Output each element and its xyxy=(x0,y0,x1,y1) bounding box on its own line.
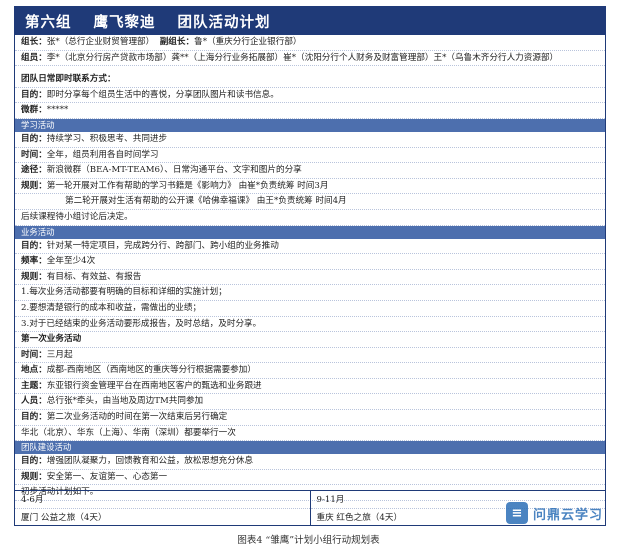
figure-caption: 图表4 “雏鹰”计划小组行动规划表 xyxy=(237,535,380,546)
members-row: 组员：李*（北京分行房产贷款市场部）龚**（上海分行业务拓展部）崔*（沈阳分行个… xyxy=(15,51,605,67)
schedule-period: 4-6月 xyxy=(21,495,44,506)
watermark-logo: ≡ 问鼎云学习 xyxy=(505,502,603,524)
learning-row: 时间：全年，组员利用各自时间学习 xyxy=(15,148,605,164)
business-row: 主题：东亚银行资金管理平台在西南地区客户的甄选和业务跟进 xyxy=(15,379,605,395)
group-number: 第六组 xyxy=(25,13,72,31)
schedule-column: 4-6月 厦门 公益之旅（4天） xyxy=(15,491,310,525)
learning-row: 途径：新浪微群（BEA-MT-TEAM6）、日常沟通平台、文字和图片的分享 xyxy=(15,163,605,179)
section-team-building: 团队建设活动 xyxy=(15,441,605,455)
business-row: 地点：成都-西南地区（西南地区的重庆等分行根据需要参加） xyxy=(15,363,605,379)
plan-title: 团队活动计划 xyxy=(177,13,271,31)
logo-icon: ≡ xyxy=(505,502,528,524)
section-learning: 学习活动 xyxy=(15,118,605,132)
business-row: 目的：第二次业务活动的时间在第一次结束后另行确定 xyxy=(15,410,605,426)
leader-row: 组长：张*（总行企业财贸管理部） 副组长：鲁*（重庆分行企业银行部） xyxy=(15,35,605,51)
business-row: 频率：全年至少4次 xyxy=(15,254,605,270)
document-title: 第六组 鹰飞黎迪 团队活动计划 xyxy=(15,7,605,35)
business-row: 1.每次业务活动都要有明确的目标和详细的实施计划； xyxy=(15,285,605,301)
schedule-event: 厦门 公益之旅（4天） xyxy=(15,507,310,526)
business-row: 华北（北京）、华东（上海）、华南（深圳）都要举行一次 xyxy=(15,426,605,442)
section-business: 业务活动 xyxy=(15,225,605,239)
learning-row: 后续课程待小组讨论后决定。 xyxy=(15,210,605,226)
comm-heading: 团队日常即时联系方式： xyxy=(15,72,605,88)
plan-document: 第六组 鹰飞黎迪 团队活动计划 组长：张*（总行企业财贸管理部） 副组长：鲁*（… xyxy=(14,6,606,526)
comm-group-row: 微群：***** xyxy=(15,103,605,119)
comm-purpose-row: 目的：即时分享每个组员生活中的喜悦，分享团队图片和读书信息。 xyxy=(15,88,605,104)
team-name: 鹰飞黎迪 xyxy=(93,13,156,31)
business-row: 3.对于已经结束的业务活动要形成报告，及时总结，及时分享。 xyxy=(15,317,605,333)
business-row: 人员：总行张*牵头，由当地及周边TM共同参加 xyxy=(15,394,605,411)
learning-row: 规则：第一轮开展对工作有帮助的学习书籍是《影响力》 由崔*负责统筹 时间3月 xyxy=(15,179,605,195)
business-row: 规则：有目标、有效益、有报告 xyxy=(15,270,605,286)
business-first-activity-heading: 第一次业务活动 xyxy=(15,332,605,348)
business-row: 目的：针对某一特定项目，完成跨分行、跨部门、跨小组的业务推动 xyxy=(15,239,605,255)
team-row: 规则：安全第一、友谊第一、心态第一 xyxy=(15,470,605,486)
learning-row: 目的：持续学习、积极思考、共同进步 xyxy=(15,132,605,148)
logo-text: 问鼎云学习 xyxy=(532,507,603,523)
business-row: 2.要想清楚银行的成本和收益，需做出的业绩； xyxy=(15,301,605,317)
team-row: 目的：增强团队凝聚力，回馈教育和公益，放松思想充分休息 xyxy=(15,454,605,470)
business-row: 时间：三月起 xyxy=(15,348,605,364)
learning-row: 第二轮开展对生活有帮助的公开课《哈佛幸福课》 由王*负责统筹 时间4月 xyxy=(15,194,605,210)
